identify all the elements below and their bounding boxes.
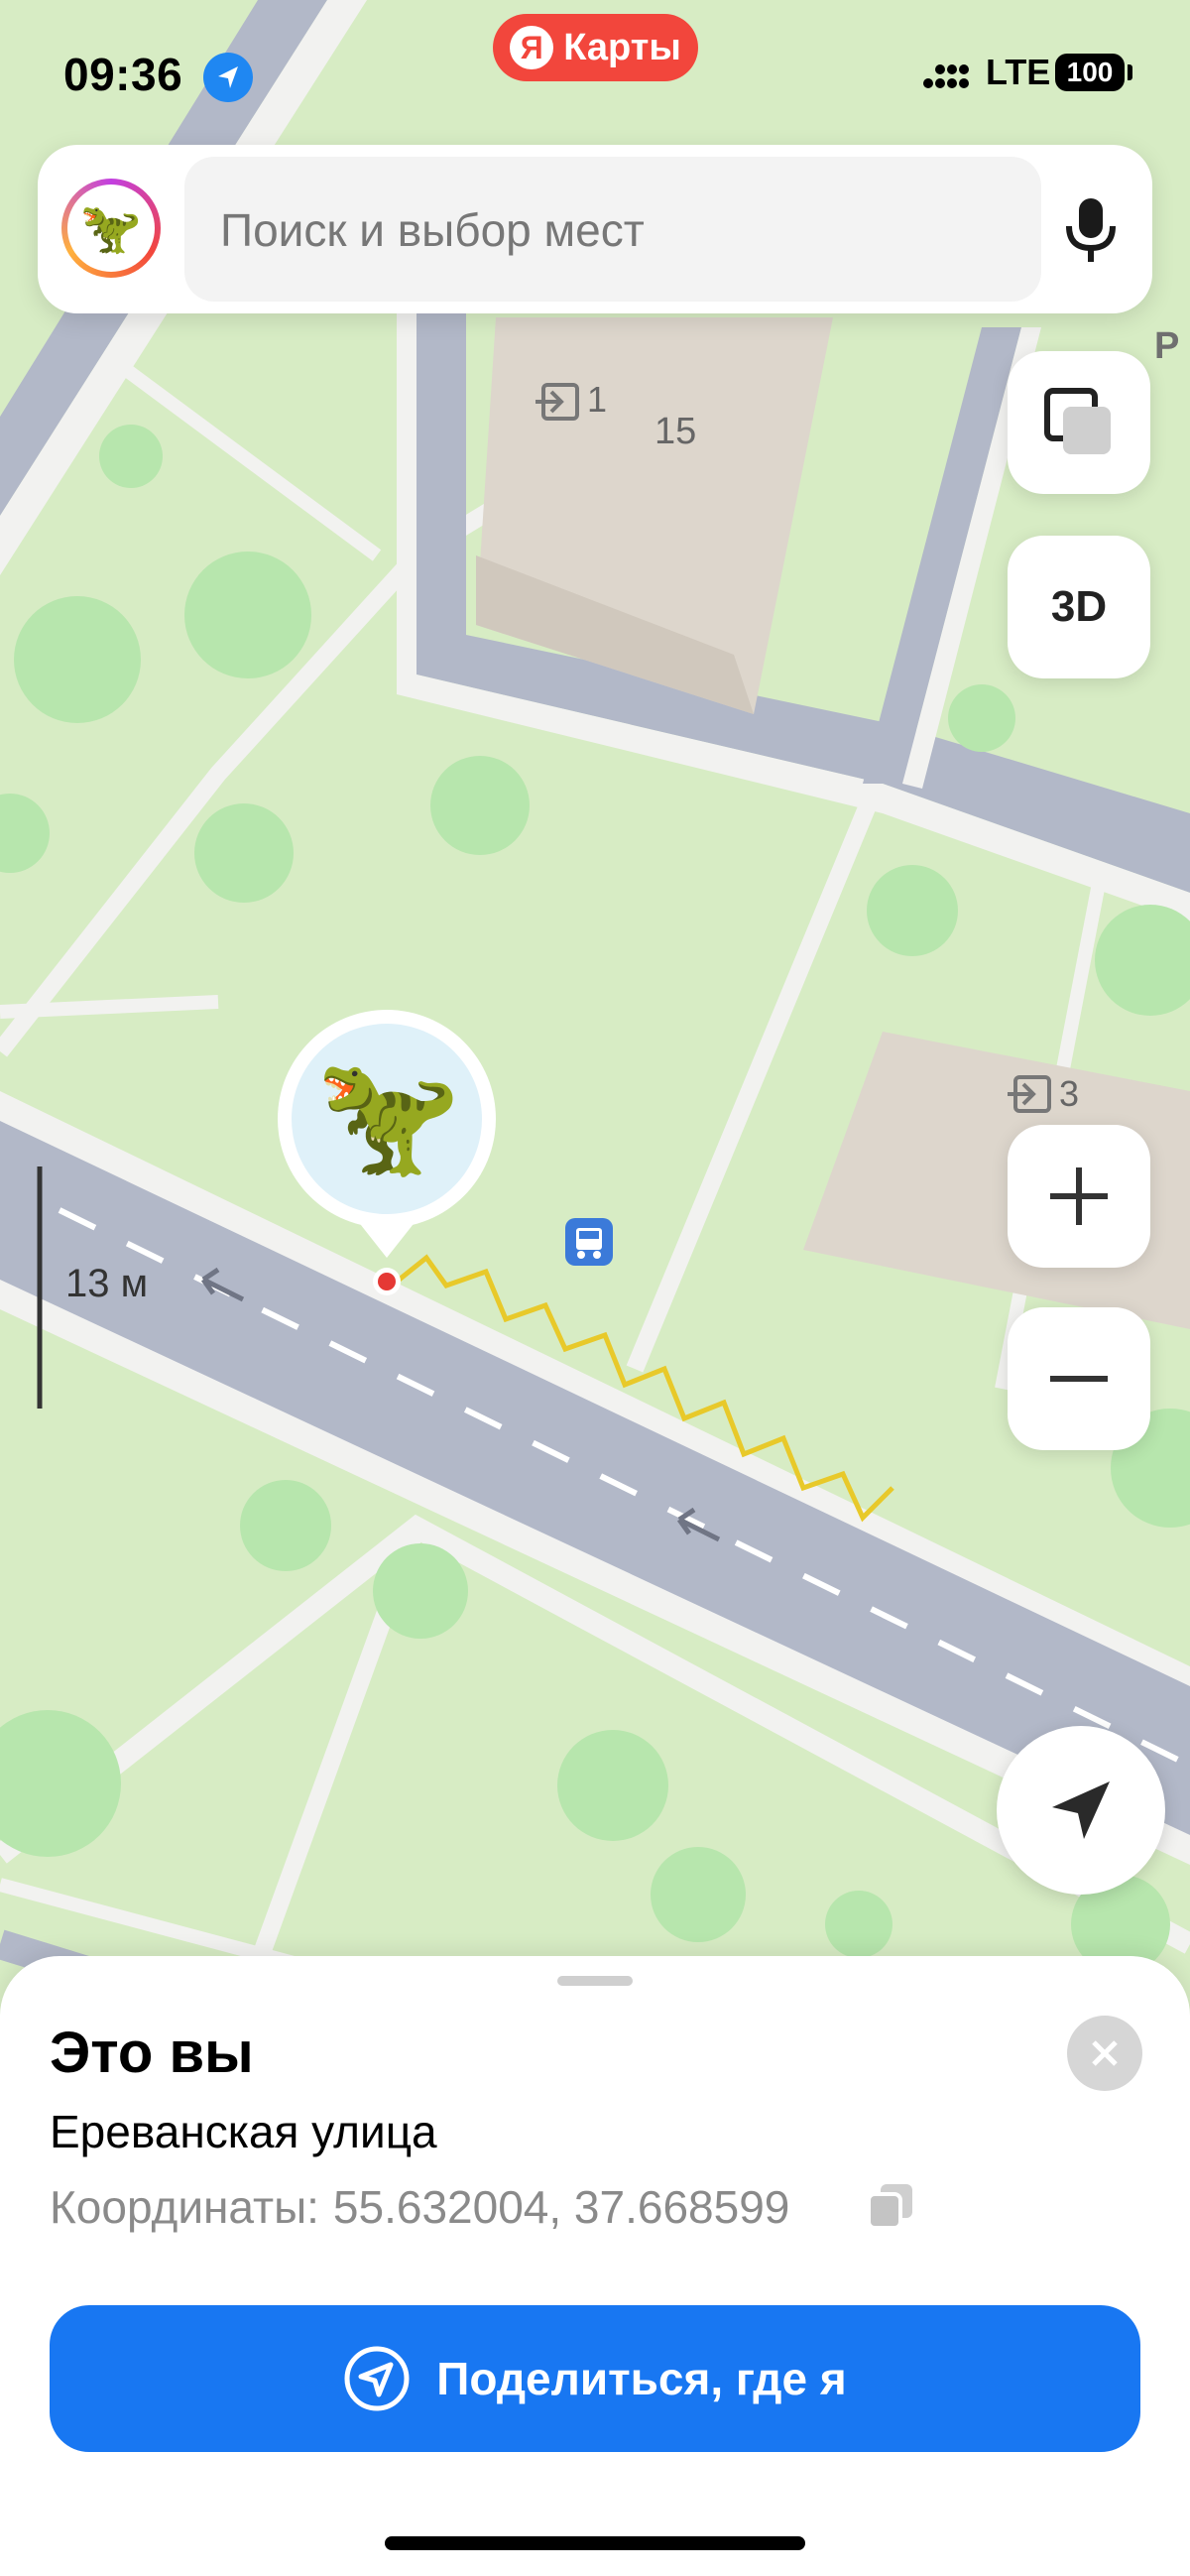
coordinates-label: Координаты:: [50, 2181, 319, 2233]
sheet-drag-handle[interactable]: [557, 1976, 633, 1986]
status-time: 09:36: [63, 49, 183, 100]
copy-icon[interactable]: [865, 2180, 916, 2232]
close-icon: [1092, 2040, 1118, 2066]
entrance-number: 1: [587, 379, 608, 420]
avatar-emoji: 🦖: [67, 184, 155, 272]
close-button[interactable]: [1067, 2016, 1142, 2091]
user-marker-emoji: 🦖: [315, 1050, 461, 1181]
cellular-signal-icon: [923, 64, 969, 88]
microphone-icon[interactable]: [1059, 194, 1123, 266]
search-input[interactable]: [218, 157, 1015, 304]
coordinates[interactable]: Координаты: 55.632004, 37.668599: [50, 2180, 789, 2234]
plus-icon: [1050, 1167, 1108, 1225]
entrance-number: 3: [1059, 1073, 1080, 1114]
share-label: Поделиться, где я: [436, 2353, 847, 2404]
yandex-logo-icon: Я: [510, 26, 554, 69]
navigation-arrow-icon: [1052, 1781, 1110, 1839]
network-type: LTE: [986, 52, 1051, 92]
minus-icon: [1050, 1376, 1108, 1382]
location-services-icon: [203, 53, 253, 102]
layers-icon: [1044, 388, 1111, 454]
parking-label: P: [1154, 325, 1180, 367]
location-bottom-sheet: Это вы Ереванская улица Координаты: 55.6…: [0, 1956, 1190, 2576]
my-location-button[interactable]: [997, 1726, 1165, 1895]
bus-stop-icon[interactable]: [565, 1218, 613, 1266]
3d-toggle-button[interactable]: 3D: [1008, 536, 1150, 678]
zoom-in-button[interactable]: [1008, 1125, 1150, 1268]
coordinates-value: 55.632004, 37.668599: [332, 2181, 790, 2233]
search-field[interactable]: [184, 157, 1041, 304]
share-location-button[interactable]: Поделиться, где я: [50, 2305, 1140, 2452]
building-number: 15: [654, 411, 697, 452]
battery-tip: [1128, 64, 1132, 80]
profile-avatar[interactable]: 🦖: [61, 179, 161, 278]
search-card: 🦖: [38, 145, 1152, 313]
sheet-title: Это вы: [50, 2021, 254, 2085]
street-name: Ереванская улица: [50, 2106, 437, 2157]
zoom-out-button[interactable]: [1008, 1307, 1150, 1450]
layers-button[interactable]: [1008, 351, 1150, 494]
battery-level: 100: [1066, 57, 1114, 87]
scale-label: 13 м: [65, 1262, 149, 1305]
brand-name: Карты: [563, 26, 681, 68]
navigation-circle-icon: [344, 2346, 410, 2411]
battery-icon: 100: [1055, 54, 1125, 91]
app-brand-badge[interactable]: Я Карты: [493, 14, 698, 81]
home-indicator[interactable]: [385, 2536, 805, 2550]
